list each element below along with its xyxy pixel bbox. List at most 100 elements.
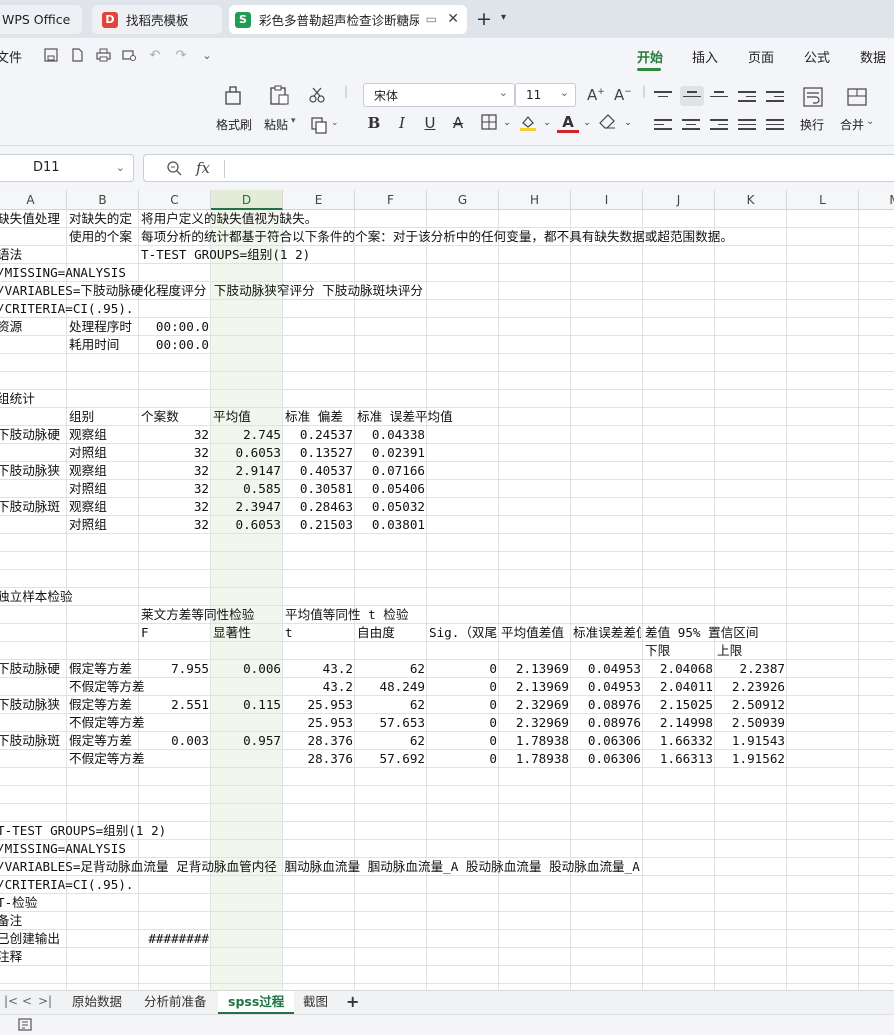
first-sheet-icon[interactable]: |< [4, 994, 18, 1008]
cell-B12[interactable]: 组别 [69, 408, 139, 426]
cell-B29[interactable]: 不假定等方差 [69, 714, 283, 732]
export-pdf-icon[interactable] [68, 46, 86, 64]
wrap-text-label[interactable]: 换行 [800, 116, 824, 133]
cell-E31[interactable]: 28.376 [285, 750, 354, 768]
tab-wps-office[interactable]: WPS Office [0, 5, 82, 34]
cell-E26[interactable]: 43.2 [285, 660, 353, 678]
cell-J28[interactable]: 2.15025 [645, 696, 713, 714]
cell-B14[interactable]: 对照组 [69, 444, 139, 462]
justify-icon[interactable] [738, 116, 756, 132]
cell-G29[interactable]: 0 [429, 714, 497, 732]
cell-F16[interactable]: 0.05406 [357, 480, 425, 498]
cell-I24[interactable]: 标准误差差值 [573, 624, 641, 642]
cell-H30[interactable]: 1.78938 [501, 732, 569, 750]
menu-file[interactable]: 文件 [0, 47, 22, 66]
copy-icon[interactable] [310, 116, 328, 138]
strikethrough-icon[interactable]: A [447, 114, 469, 132]
cell-E30[interactable]: 28.376 [285, 732, 354, 750]
cell-C3[interactable]: T-TEST GROUPS=组别(1 2) [141, 246, 310, 264]
cell-I28[interactable]: 0.08976 [573, 696, 641, 714]
outdent-icon[interactable] [738, 88, 756, 104]
cell-C12[interactable]: 个案数 [141, 408, 211, 426]
chevron-down-icon[interactable]: ⌄ [536, 118, 558, 128]
cell-B18[interactable]: 对照组 [69, 516, 139, 534]
column-header-I[interactable]: I [571, 190, 643, 210]
cell-D14[interactable]: 0.6053 [213, 444, 282, 462]
menu-page[interactable]: 页面 [748, 47, 774, 66]
chevron-down-icon[interactable]: ⌄ [576, 118, 598, 128]
cell-C2[interactable]: 每项分析的统计都基于符合以下条件的个案：对于该分析中的任何变量，都不具有缺失数据… [141, 228, 733, 246]
cell-C30[interactable]: 0.003 [141, 732, 209, 750]
cell-F30[interactable]: 62 [357, 732, 425, 750]
chevron-down-icon[interactable]: ⌄ [866, 116, 874, 127]
cell-D17[interactable]: 2.3947 [213, 498, 282, 516]
merge-cells-label[interactable]: 合并 [840, 116, 864, 133]
cell-E14[interactable]: 0.13527 [285, 444, 353, 462]
cell-A5[interactable]: /VARIABLES=下肢动脉硬化程度评分 下肢动脉狭窄评分 下肢动脉斑块评分 [0, 282, 423, 300]
chevron-down-icon[interactable]: ▾ [291, 116, 296, 126]
cell-B28[interactable]: 假定等方差 [69, 696, 137, 714]
new-tab-icon[interactable]: + [476, 8, 492, 30]
cell-F13[interactable]: 0.04338 [357, 426, 425, 444]
print-preview-icon[interactable] [120, 46, 138, 64]
cell-E13[interactable]: 0.24537 [285, 426, 353, 444]
cell-J31[interactable]: 1.66313 [645, 750, 713, 768]
column-header-F[interactable]: F [355, 190, 427, 210]
cell-E18[interactable]: 0.21503 [285, 516, 353, 534]
cell-H27[interactable]: 2.13969 [501, 678, 569, 696]
column-header-H[interactable]: H [499, 190, 571, 210]
cell-K25[interactable]: 上限 [717, 642, 742, 660]
font-size-select[interactable]: 11 ⌄ [515, 83, 576, 107]
cell-A30[interactable]: 下肢动脉斑 [0, 732, 67, 750]
cell-F12[interactable]: 标准 误差平均值 [357, 408, 453, 426]
cell-K27[interactable]: 2.23926 [717, 678, 785, 696]
paste-label[interactable]: 粘贴 [264, 116, 288, 133]
cell-F15[interactable]: 0.07166 [357, 462, 425, 480]
cell-A22[interactable]: 独立样本检验 [0, 588, 73, 606]
column-header-L[interactable]: L [787, 190, 859, 210]
cell-C41[interactable]: ######## [141, 930, 209, 948]
undo-icon[interactable]: ↶ [146, 46, 164, 64]
cell-A26[interactable]: 下肢动脉硬 [0, 660, 67, 678]
cell-G31[interactable]: 0 [429, 750, 497, 768]
cell-H31[interactable]: 1.78938 [501, 750, 569, 768]
cell-E29[interactable]: 25.953 [285, 714, 354, 732]
cell-A4[interactable]: /MISSING=ANALYSIS [0, 264, 126, 282]
cell-H28[interactable]: 2.32969 [501, 696, 569, 714]
cell-A35[interactable]: T-TEST GROUPS=组别(1 2) [0, 822, 166, 840]
cell-A38[interactable]: /CRITERIA=CI(.95). [0, 876, 133, 894]
decrease-font-icon[interactable]: A− [614, 86, 632, 104]
cell-K30[interactable]: 1.91543 [717, 732, 785, 750]
cell-B30[interactable]: 假定等方差 [69, 732, 137, 750]
next-sheet-icon[interactable]: >| [38, 994, 52, 1008]
cell-A6[interactable]: /CRITERIA=CI(.95). [0, 300, 133, 318]
cell-J24[interactable]: 差值 95% 置信区间 [645, 624, 758, 642]
sheet-tab-screenshot[interactable]: 截图 [293, 991, 338, 1014]
sheet-tab-spss[interactable]: spss过程 [218, 991, 295, 1014]
cell-D30[interactable]: 0.957 [213, 732, 281, 750]
align-right-icon[interactable] [710, 116, 728, 132]
chevron-down-icon[interactable]: ⌄ [617, 118, 639, 128]
cell-C1[interactable]: 将用户定义的缺失值视为缺失。 [141, 210, 317, 228]
align-middle-icon[interactable] [680, 86, 704, 106]
column-header-E[interactable]: E [283, 190, 355, 210]
chevron-down-icon[interactable]: ⌄ [331, 118, 339, 128]
column-header-B[interactable]: B [67, 190, 139, 210]
cell-E15[interactable]: 0.40537 [285, 462, 353, 480]
chevron-down-icon[interactable]: ⌄ [198, 46, 216, 64]
cell-B7[interactable]: 处理程序时 [69, 318, 139, 336]
column-header-A[interactable]: A [0, 190, 67, 210]
cell-G30[interactable]: 0 [429, 732, 497, 750]
align-top-icon[interactable] [654, 88, 672, 104]
redo-icon[interactable]: ↷ [172, 46, 190, 64]
italic-icon[interactable]: I [391, 114, 413, 132]
formula-input[interactable]: fx [143, 154, 894, 182]
cell-A11[interactable]: 组统计 [0, 390, 35, 408]
cell-C13[interactable]: 32 [141, 426, 209, 444]
fx-icon[interactable]: fx [196, 159, 210, 177]
cell-H29[interactable]: 2.32969 [501, 714, 569, 732]
column-header-C[interactable]: C [139, 190, 211, 210]
cell-C7[interactable]: 00:00.0 [141, 318, 209, 336]
column-header-J[interactable]: J [643, 190, 715, 210]
cell-B8[interactable]: 耗用时间 [69, 336, 139, 354]
